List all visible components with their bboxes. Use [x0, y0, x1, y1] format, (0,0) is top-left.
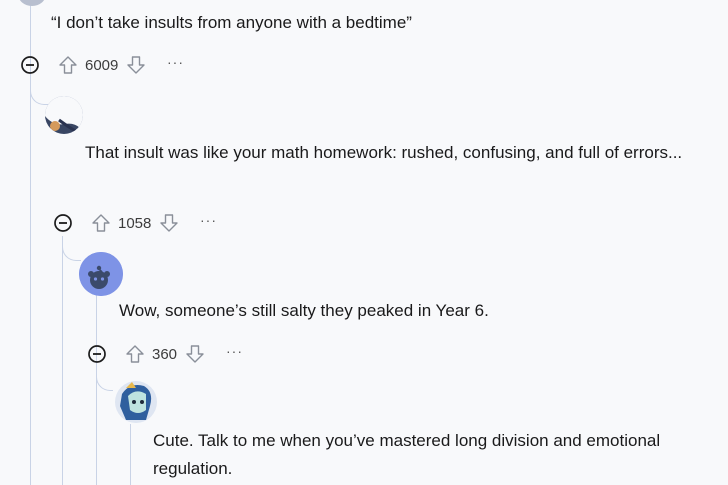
thread-connector-1	[30, 82, 51, 105]
more-options-icon[interactable]: ···	[226, 343, 243, 359]
avatar-2[interactable]	[45, 96, 83, 134]
thread-line-level-2[interactable]	[62, 236, 63, 485]
score: 360	[152, 345, 178, 363]
more-options-icon[interactable]: ···	[167, 54, 184, 70]
comment-text-4: Cute. Talk to me when you’ve mastered lo…	[153, 431, 661, 478]
downvote-icon[interactable]	[123, 53, 149, 77]
comment-actions-1: 6009 ···	[19, 53, 184, 77]
avatar-3[interactable]	[79, 252, 123, 296]
collapse-icon[interactable]	[86, 343, 108, 365]
downvote-icon[interactable]	[156, 211, 182, 235]
thread-line-level-3[interactable]	[96, 294, 97, 485]
comment-actions-2: 1058 ···	[52, 211, 217, 235]
collapse-icon[interactable]	[52, 212, 74, 234]
downvote-icon[interactable]	[182, 342, 208, 366]
thread-connector-2	[62, 236, 81, 261]
upvote-icon[interactable]	[88, 211, 114, 235]
upvote-icon[interactable]	[55, 53, 81, 77]
thread-line-level-4[interactable]	[130, 424, 131, 485]
comment-actions-3: 360 ···	[86, 342, 243, 366]
thread-connector-3	[96, 366, 113, 391]
comment-text-1: “I don’t take insults from anyone with a…	[51, 13, 412, 32]
avatar-top[interactable]	[18, 0, 46, 6]
collapse-icon[interactable]	[19, 54, 41, 76]
comment-text-2: That insult was like your math homework:…	[85, 143, 683, 162]
score: 6009	[85, 56, 119, 74]
avatar-4[interactable]	[114, 380, 158, 424]
comment-text-3: Wow, someone’s still salty they peaked i…	[119, 301, 489, 320]
upvote-icon[interactable]	[122, 342, 148, 366]
score: 1058	[118, 214, 152, 232]
more-options-icon[interactable]: ···	[200, 212, 217, 228]
